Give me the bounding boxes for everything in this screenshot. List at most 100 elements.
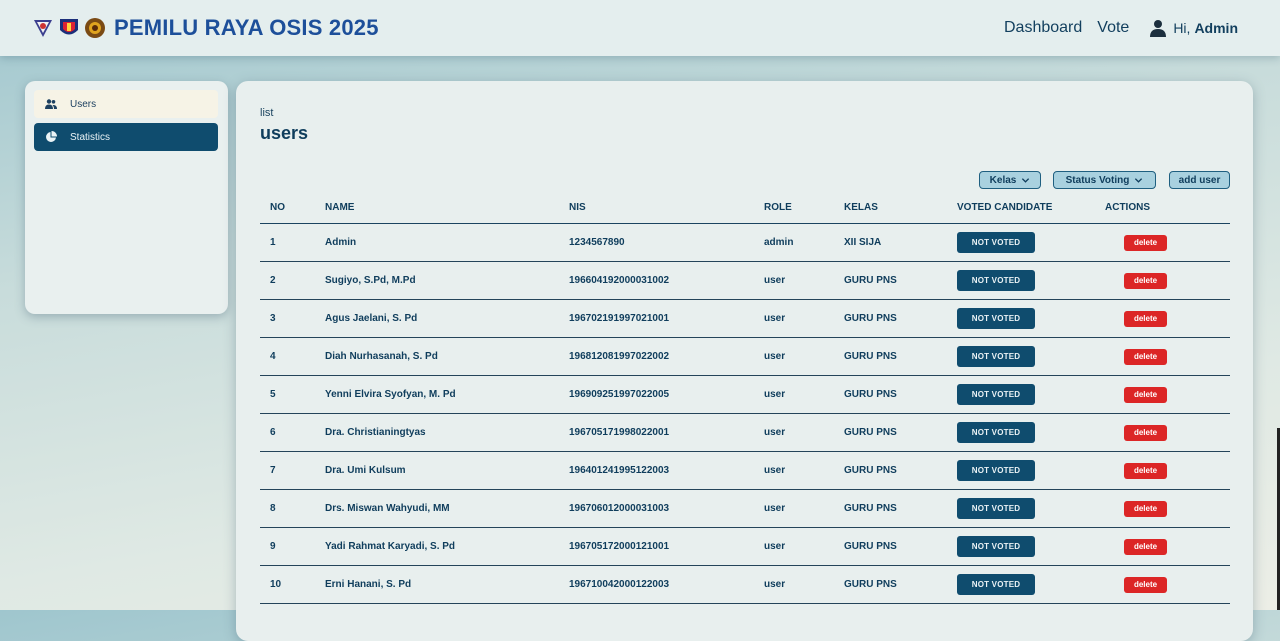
voted-status-badge: NOT VOTED (957, 498, 1035, 519)
cell-role: user (764, 489, 844, 528)
chevron-down-icon (1022, 177, 1030, 183)
cell-nis: 196705171998022001 (569, 413, 764, 452)
cell-no: 6 (260, 413, 325, 452)
cell-voted-candidate: NOT VOTED (957, 565, 1105, 604)
delete-button[interactable]: delete (1124, 576, 1167, 593)
col-header-voted-candidate[interactable]: VOTED CANDIDATE (957, 192, 1105, 224)
delete-button[interactable]: delete (1124, 462, 1167, 479)
delete-button[interactable]: delete (1124, 500, 1167, 517)
cell-kelas: GURU PNS (844, 451, 957, 490)
cell-role: user (764, 299, 844, 338)
users-icon (45, 99, 57, 109)
table-row: 1 Admin 1234567890 admin XII SIJA NOT VOTED de… (260, 223, 1230, 262)
cell-name: Sugiyo, S.Pd, M.Pd (325, 261, 569, 300)
user-name: Admin (1194, 20, 1238, 36)
kelas-filter-dropdown[interactable]: Kelas (979, 171, 1041, 189)
cell-no: 3 (260, 299, 325, 338)
delete-button[interactable]: delete (1124, 310, 1167, 327)
voted-status-badge: NOT VOTED (957, 232, 1035, 253)
table-row: 4 Diah Nurhasanah, S. Pd 19681208199702200… (260, 337, 1230, 376)
cell-kelas: XII SIJA (844, 223, 957, 262)
cell-nis: 196909251997022005 (569, 375, 764, 414)
cell-voted-candidate: NOT VOTED (957, 223, 1105, 262)
cell-actions: delete (1105, 413, 1230, 452)
users-panel: list users Kelas Status Voting add user … (236, 81, 1253, 641)
cell-kelas: GURU PNS (844, 299, 957, 338)
cell-name: Yenni Elvira Syofyan, M. Pd (325, 375, 569, 414)
add-user-button[interactable]: add user (1169, 171, 1230, 189)
delete-button[interactable]: delete (1124, 538, 1167, 555)
user-greeting: Hi, (1173, 20, 1191, 36)
sidebar-item-users[interactable]: Users (34, 90, 218, 118)
cell-voted-candidate: NOT VOTED (957, 413, 1105, 452)
users-table: NO NAME NIS ROLE KELAS VOTED CANDIDATE A… (260, 192, 1230, 604)
cell-name: Diah Nurhasanah, S. Pd (325, 337, 569, 376)
status-voting-filter-label: Status Voting (1065, 174, 1130, 186)
table-header-row: NO NAME NIS ROLE KELAS VOTED CANDIDATE A… (260, 192, 1230, 224)
cell-nis: 196604192000031002 (569, 261, 764, 300)
cell-role: user (764, 375, 844, 414)
brand[interactable]: PEMILU RAYA OSIS 2025 (32, 15, 379, 41)
cell-name: Agus Jaelani, S. Pd (325, 299, 569, 338)
voted-status-badge: NOT VOTED (957, 270, 1035, 291)
cell-nis: 196812081997022002 (569, 337, 764, 376)
cell-nis: 196706012000031003 (569, 489, 764, 528)
sidebar-item-label: Users (70, 98, 97, 110)
cell-name: Yadi Rahmat Karyadi, S. Pd (325, 527, 569, 566)
pie-chart-icon (46, 131, 57, 142)
nav-dashboard-link[interactable]: Dashboard (1004, 19, 1082, 37)
cell-voted-candidate: NOT VOTED (957, 337, 1105, 376)
page-title: users (260, 123, 309, 143)
cell-actions: delete (1105, 223, 1230, 262)
top-navbar: PEMILU RAYA OSIS 2025 Dashboard Vote Hi,… (0, 0, 1280, 56)
delete-button[interactable]: delete (1124, 424, 1167, 441)
cell-kelas: GURU PNS (844, 413, 957, 452)
cell-role: user (764, 451, 844, 490)
user-menu[interactable]: Hi, Admin (1149, 19, 1238, 37)
delete-button[interactable]: delete (1124, 272, 1167, 289)
table-row: 6 Dra. Christianingtyas 196705171998022001… (260, 413, 1230, 452)
delete-button[interactable]: delete (1124, 234, 1167, 251)
cell-role: admin (764, 223, 844, 262)
voted-status-badge: NOT VOTED (957, 346, 1035, 367)
status-voting-filter-dropdown[interactable]: Status Voting (1053, 171, 1156, 189)
col-header-role[interactable]: ROLE (764, 192, 844, 224)
cell-no: 2 (260, 261, 325, 300)
col-header-kelas[interactable]: KELAS (844, 192, 957, 224)
cell-kelas: GURU PNS (844, 375, 957, 414)
breadcrumb: list (260, 107, 274, 119)
table-row: 3 Agus Jaelani, S. Pd 196702191997021001 us… (260, 299, 1230, 338)
voted-status-badge: NOT VOTED (957, 574, 1035, 595)
col-header-nis[interactable]: NIS (569, 192, 764, 224)
cell-voted-candidate: NOT VOTED (957, 527, 1105, 566)
chevron-down-icon (1135, 177, 1143, 183)
delete-button[interactable]: delete (1124, 386, 1167, 403)
cell-no: 4 (260, 337, 325, 376)
cell-no: 9 (260, 527, 325, 566)
cell-actions: delete (1105, 261, 1230, 300)
cell-voted-candidate: NOT VOTED (957, 299, 1105, 338)
delete-button[interactable]: delete (1124, 348, 1167, 365)
cell-no: 7 (260, 451, 325, 490)
cell-no: 5 (260, 375, 325, 414)
cell-voted-candidate: NOT VOTED (957, 375, 1105, 414)
school-crest-logo (34, 20, 52, 37)
top-nav: Dashboard Vote Hi, Admin (989, 0, 1238, 56)
cell-actions: delete (1105, 489, 1230, 528)
cell-no: 10 (260, 565, 325, 604)
user-icon (1150, 20, 1167, 37)
cell-no: 1 (260, 223, 325, 262)
col-header-name[interactable]: NAME (325, 192, 569, 224)
cell-name: Drs. Miswan Wahyudi, MM (325, 489, 569, 528)
cell-actions: delete (1105, 299, 1230, 338)
osis-logo (60, 19, 78, 35)
sidebar-item-statistics[interactable]: Statistics (34, 123, 218, 151)
col-header-no[interactable]: NO (260, 192, 325, 224)
table-row: 2 Sugiyo, S.Pd, M.Pd 196604192000031002 use… (260, 261, 1230, 300)
cell-voted-candidate: NOT VOTED (957, 451, 1105, 490)
cell-kelas: GURU PNS (844, 489, 957, 528)
app-title: PEMILU RAYA OSIS 2025 (114, 15, 379, 40)
nav-vote-link[interactable]: Vote (1097, 19, 1129, 37)
cell-name: Erni Hanani, S. Pd (325, 565, 569, 604)
cell-actions: delete (1105, 527, 1230, 566)
